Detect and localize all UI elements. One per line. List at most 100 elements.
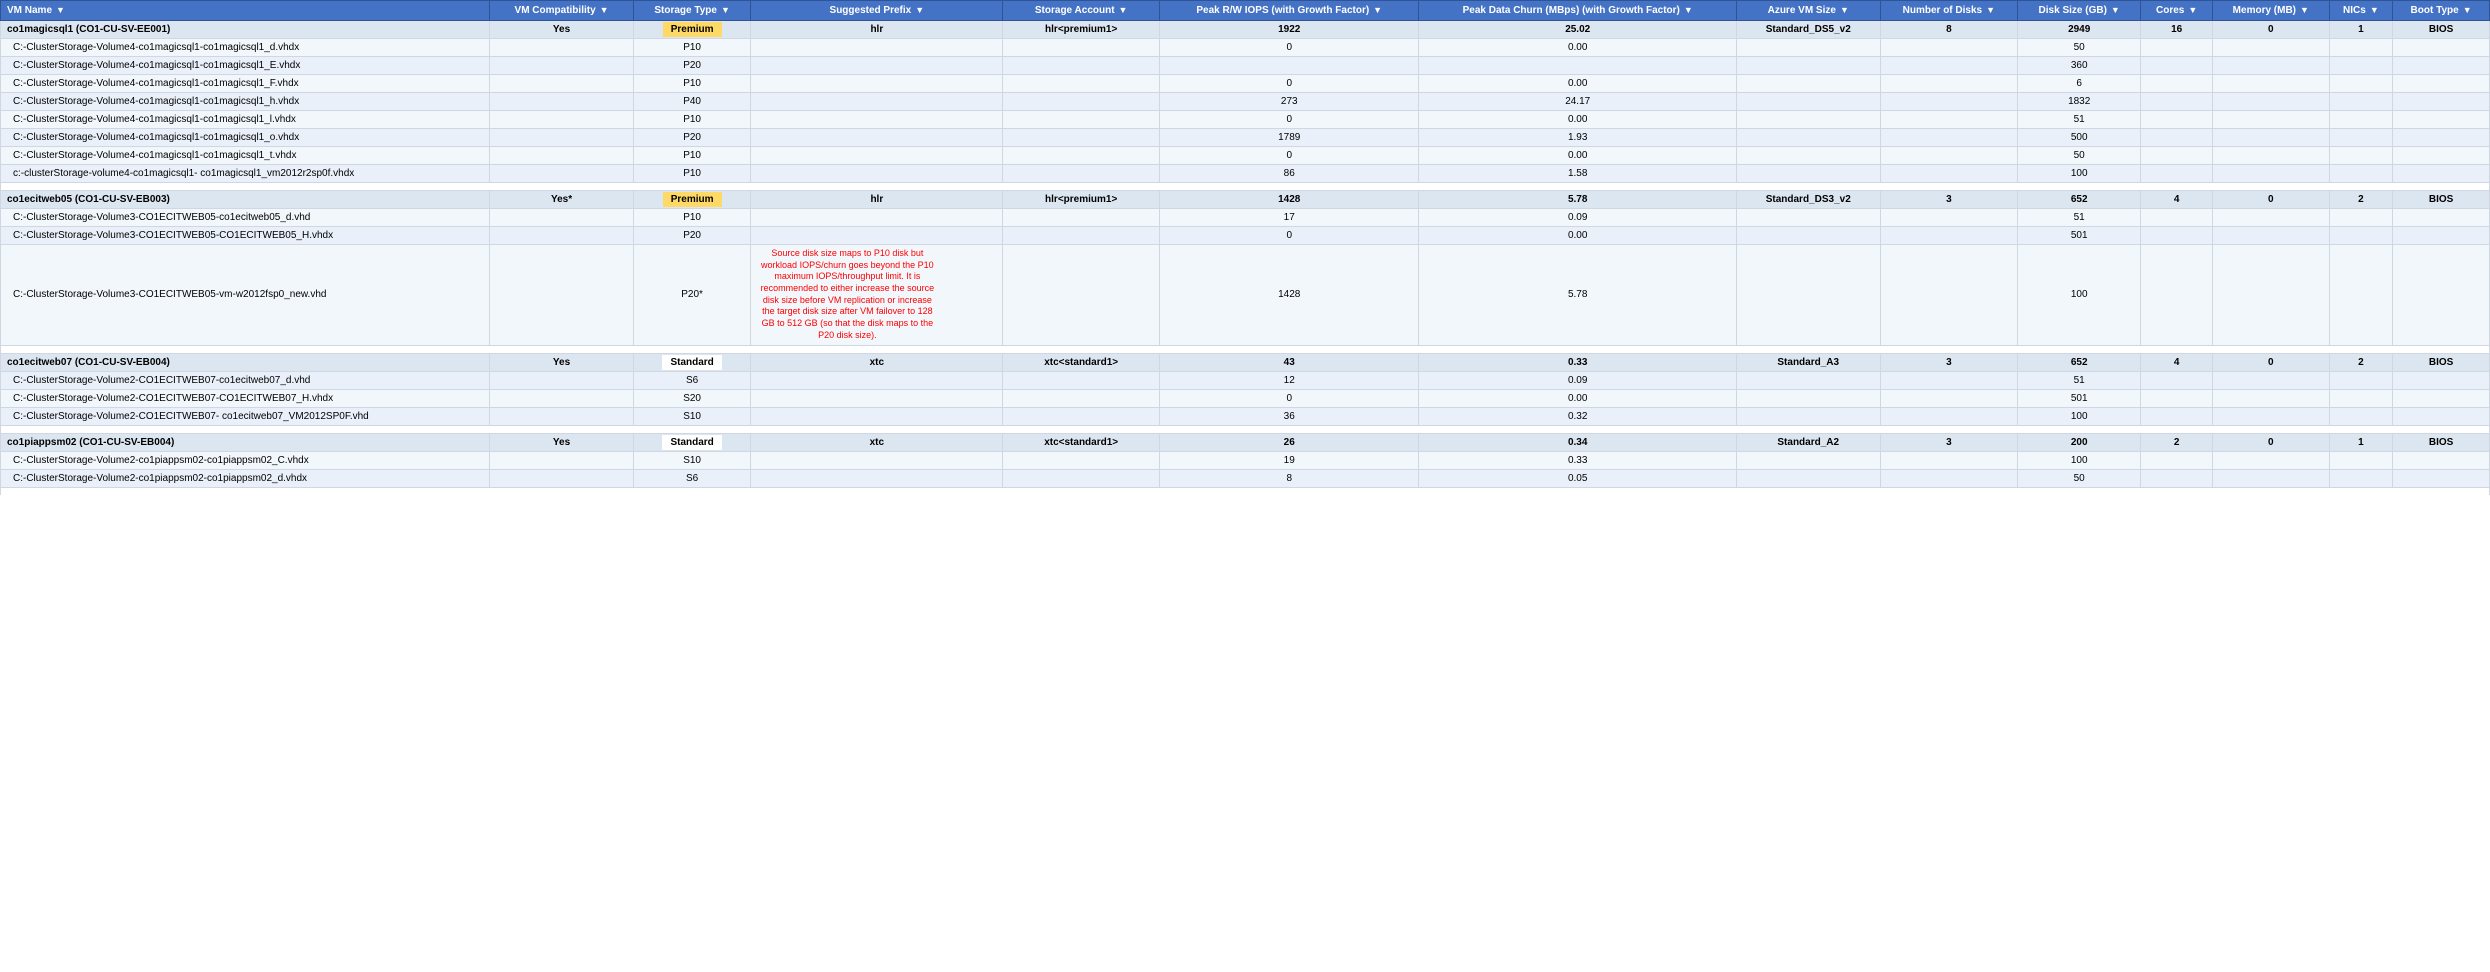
sort-icon: ▼ <box>1840 5 1849 15</box>
vm-cell-peak-churn: 5.78 <box>1419 191 1736 209</box>
vm-cell-disk-size: 2949 <box>2018 21 2141 39</box>
disk-memory-cell <box>2213 371 2330 389</box>
storage-type-badge: Premium <box>663 22 722 37</box>
col-header-vm-name[interactable]: VM Name▼ <box>1 1 490 21</box>
disk-storage-account-cell <box>1003 39 1160 57</box>
disk-row: C:-ClusterStorage-Volume2-co1piappsm02-c… <box>1 469 2490 487</box>
disk-boot-type-cell <box>2393 209 2490 227</box>
disk-compat-cell <box>490 245 634 346</box>
disk-azure-vm-cell <box>1736 39 1880 57</box>
disk-boot-type-cell <box>2393 371 2490 389</box>
vm-cell-vm-compat: Yes* <box>490 191 634 209</box>
disk-compat-cell <box>490 407 634 425</box>
disk-name-cell: C:-ClusterStorage-Volume4-co1magicsql1-c… <box>1 39 490 57</box>
disk-nics-cell <box>2329 39 2393 57</box>
vm-cell-boot-type: BIOS <box>2393 191 2490 209</box>
disk-memory-cell <box>2213 75 2330 93</box>
sort-icon: ▼ <box>2463 5 2472 15</box>
disk-compat-cell <box>490 57 634 75</box>
col-header-storage-account[interactable]: Storage Account▼ <box>1003 1 1160 21</box>
col-header-storage-type[interactable]: Storage Type▼ <box>633 1 751 21</box>
disk-memory-cell <box>2213 129 2330 147</box>
vm-cell-vm-compat: Yes <box>490 433 634 451</box>
disk-row: C:-ClusterStorage-Volume3-CO1ECITWEB05-C… <box>1 227 2490 245</box>
vm-cell-vm-name: co1ecitweb05 (CO1-CU-SV-EB003) <box>1 191 490 209</box>
col-header-suggested-prefix[interactable]: Suggested Prefix▼ <box>751 1 1003 21</box>
disk-cores-cell <box>2141 93 2213 111</box>
col-header-num-disks[interactable]: Number of Disks▼ <box>1880 1 2018 21</box>
disk-peak-rw-cell: 273 <box>1160 93 1419 111</box>
disk-num-disks-cell <box>1880 39 2018 57</box>
disk-num-disks-cell <box>1880 57 2018 75</box>
spacer-row <box>1 487 2490 495</box>
disk-size-cell: 50 <box>2018 147 2141 165</box>
col-header-disk-size[interactable]: Disk Size (GB)▼ <box>2018 1 2141 21</box>
disk-azure-vm-cell <box>1736 165 1880 183</box>
sort-icon: ▼ <box>1119 5 1128 15</box>
col-header-peak-rw[interactable]: Peak R/W IOPS (with Growth Factor)▼ <box>1160 1 1419 21</box>
vm-cell-storage-type: Standard <box>633 353 751 371</box>
vm-cell-boot-type: BIOS <box>2393 21 2490 39</box>
disk-peak-rw-cell: 1428 <box>1160 245 1419 346</box>
vm-cell-peak-rw: 1922 <box>1160 21 1419 39</box>
vm-cell-storage-type: Standard <box>633 433 751 451</box>
disk-num-disks-cell <box>1880 129 2018 147</box>
disk-memory-cell <box>2213 93 2330 111</box>
disk-boot-type-cell <box>2393 245 2490 346</box>
disk-row: C:-ClusterStorage-Volume4-co1magicsql1-c… <box>1 111 2490 129</box>
disk-storage-account-cell <box>1003 371 1160 389</box>
vm-cell-num-disks: 8 <box>1880 21 2018 39</box>
disk-prefix-cell <box>751 111 1003 129</box>
disk-nics-cell <box>2329 111 2393 129</box>
spacer-row <box>1 425 2490 433</box>
storage-type-badge: Premium <box>663 192 722 207</box>
disk-memory-cell <box>2213 147 2330 165</box>
col-header-azure-vm[interactable]: Azure VM Size▼ <box>1736 1 1880 21</box>
disk-storage-type-cell: S10 <box>633 407 751 425</box>
disk-peak-rw-cell: 19 <box>1160 451 1419 469</box>
disk-nics-cell <box>2329 93 2393 111</box>
disk-name-cell: C:-ClusterStorage-Volume2-CO1ECITWEB07- … <box>1 407 490 425</box>
disk-prefix-cell <box>751 165 1003 183</box>
disk-peak-churn-cell: 24.17 <box>1419 93 1736 111</box>
col-header-cores[interactable]: Cores▼ <box>2141 1 2213 21</box>
disk-size-cell: 501 <box>2018 227 2141 245</box>
disk-row: C:-ClusterStorage-Volume2-co1piappsm02-c… <box>1 451 2490 469</box>
disk-azure-vm-cell <box>1736 407 1880 425</box>
col-header-memory[interactable]: Memory (MB)▼ <box>2213 1 2330 21</box>
disk-size-cell: 500 <box>2018 129 2141 147</box>
spacer-row <box>1 183 2490 191</box>
disk-memory-cell <box>2213 39 2330 57</box>
vm-cell-suggested-prefix: xtc <box>751 353 1003 371</box>
disk-boot-type-cell <box>2393 57 2490 75</box>
disk-compat-cell <box>490 451 634 469</box>
disk-boot-type-cell <box>2393 75 2490 93</box>
col-header-peak-churn[interactable]: Peak Data Churn (MBps) (with Growth Fact… <box>1419 1 1736 21</box>
disk-storage-account-cell <box>1003 407 1160 425</box>
disk-size-cell: 100 <box>2018 451 2141 469</box>
disk-boot-type-cell <box>2393 165 2490 183</box>
sort-icon: ▼ <box>600 5 609 15</box>
disk-prefix-cell <box>751 469 1003 487</box>
disk-boot-type-cell <box>2393 227 2490 245</box>
disk-peak-churn-cell: 0.05 <box>1419 469 1736 487</box>
col-header-nics[interactable]: NICs▼ <box>2329 1 2393 21</box>
col-header-vm-compat[interactable]: VM Compatibility▼ <box>490 1 634 21</box>
disk-row: C:-ClusterStorage-Volume4-co1magicsql1-c… <box>1 75 2490 93</box>
storage-type-badge: Standard <box>662 355 721 370</box>
disk-azure-vm-cell <box>1736 57 1880 75</box>
disk-storage-type-cell: S20 <box>633 389 751 407</box>
vm-cell-memory: 0 <box>2213 21 2330 39</box>
vm-cell-cores: 2 <box>2141 433 2213 451</box>
disk-nics-cell <box>2329 245 2393 346</box>
disk-cores-cell <box>2141 407 2213 425</box>
vm-row: co1piappsm02 (CO1-CU-SV-EB004)YesStandar… <box>1 433 2490 451</box>
disk-peak-rw-cell: 0 <box>1160 389 1419 407</box>
disk-compat-cell <box>490 111 634 129</box>
disk-compat-cell <box>490 165 634 183</box>
disk-storage-account-cell <box>1003 129 1160 147</box>
disk-num-disks-cell <box>1880 165 2018 183</box>
sort-icon: ▼ <box>2300 5 2309 15</box>
disk-cores-cell <box>2141 147 2213 165</box>
col-header-boot-type[interactable]: Boot Type▼ <box>2393 1 2490 21</box>
